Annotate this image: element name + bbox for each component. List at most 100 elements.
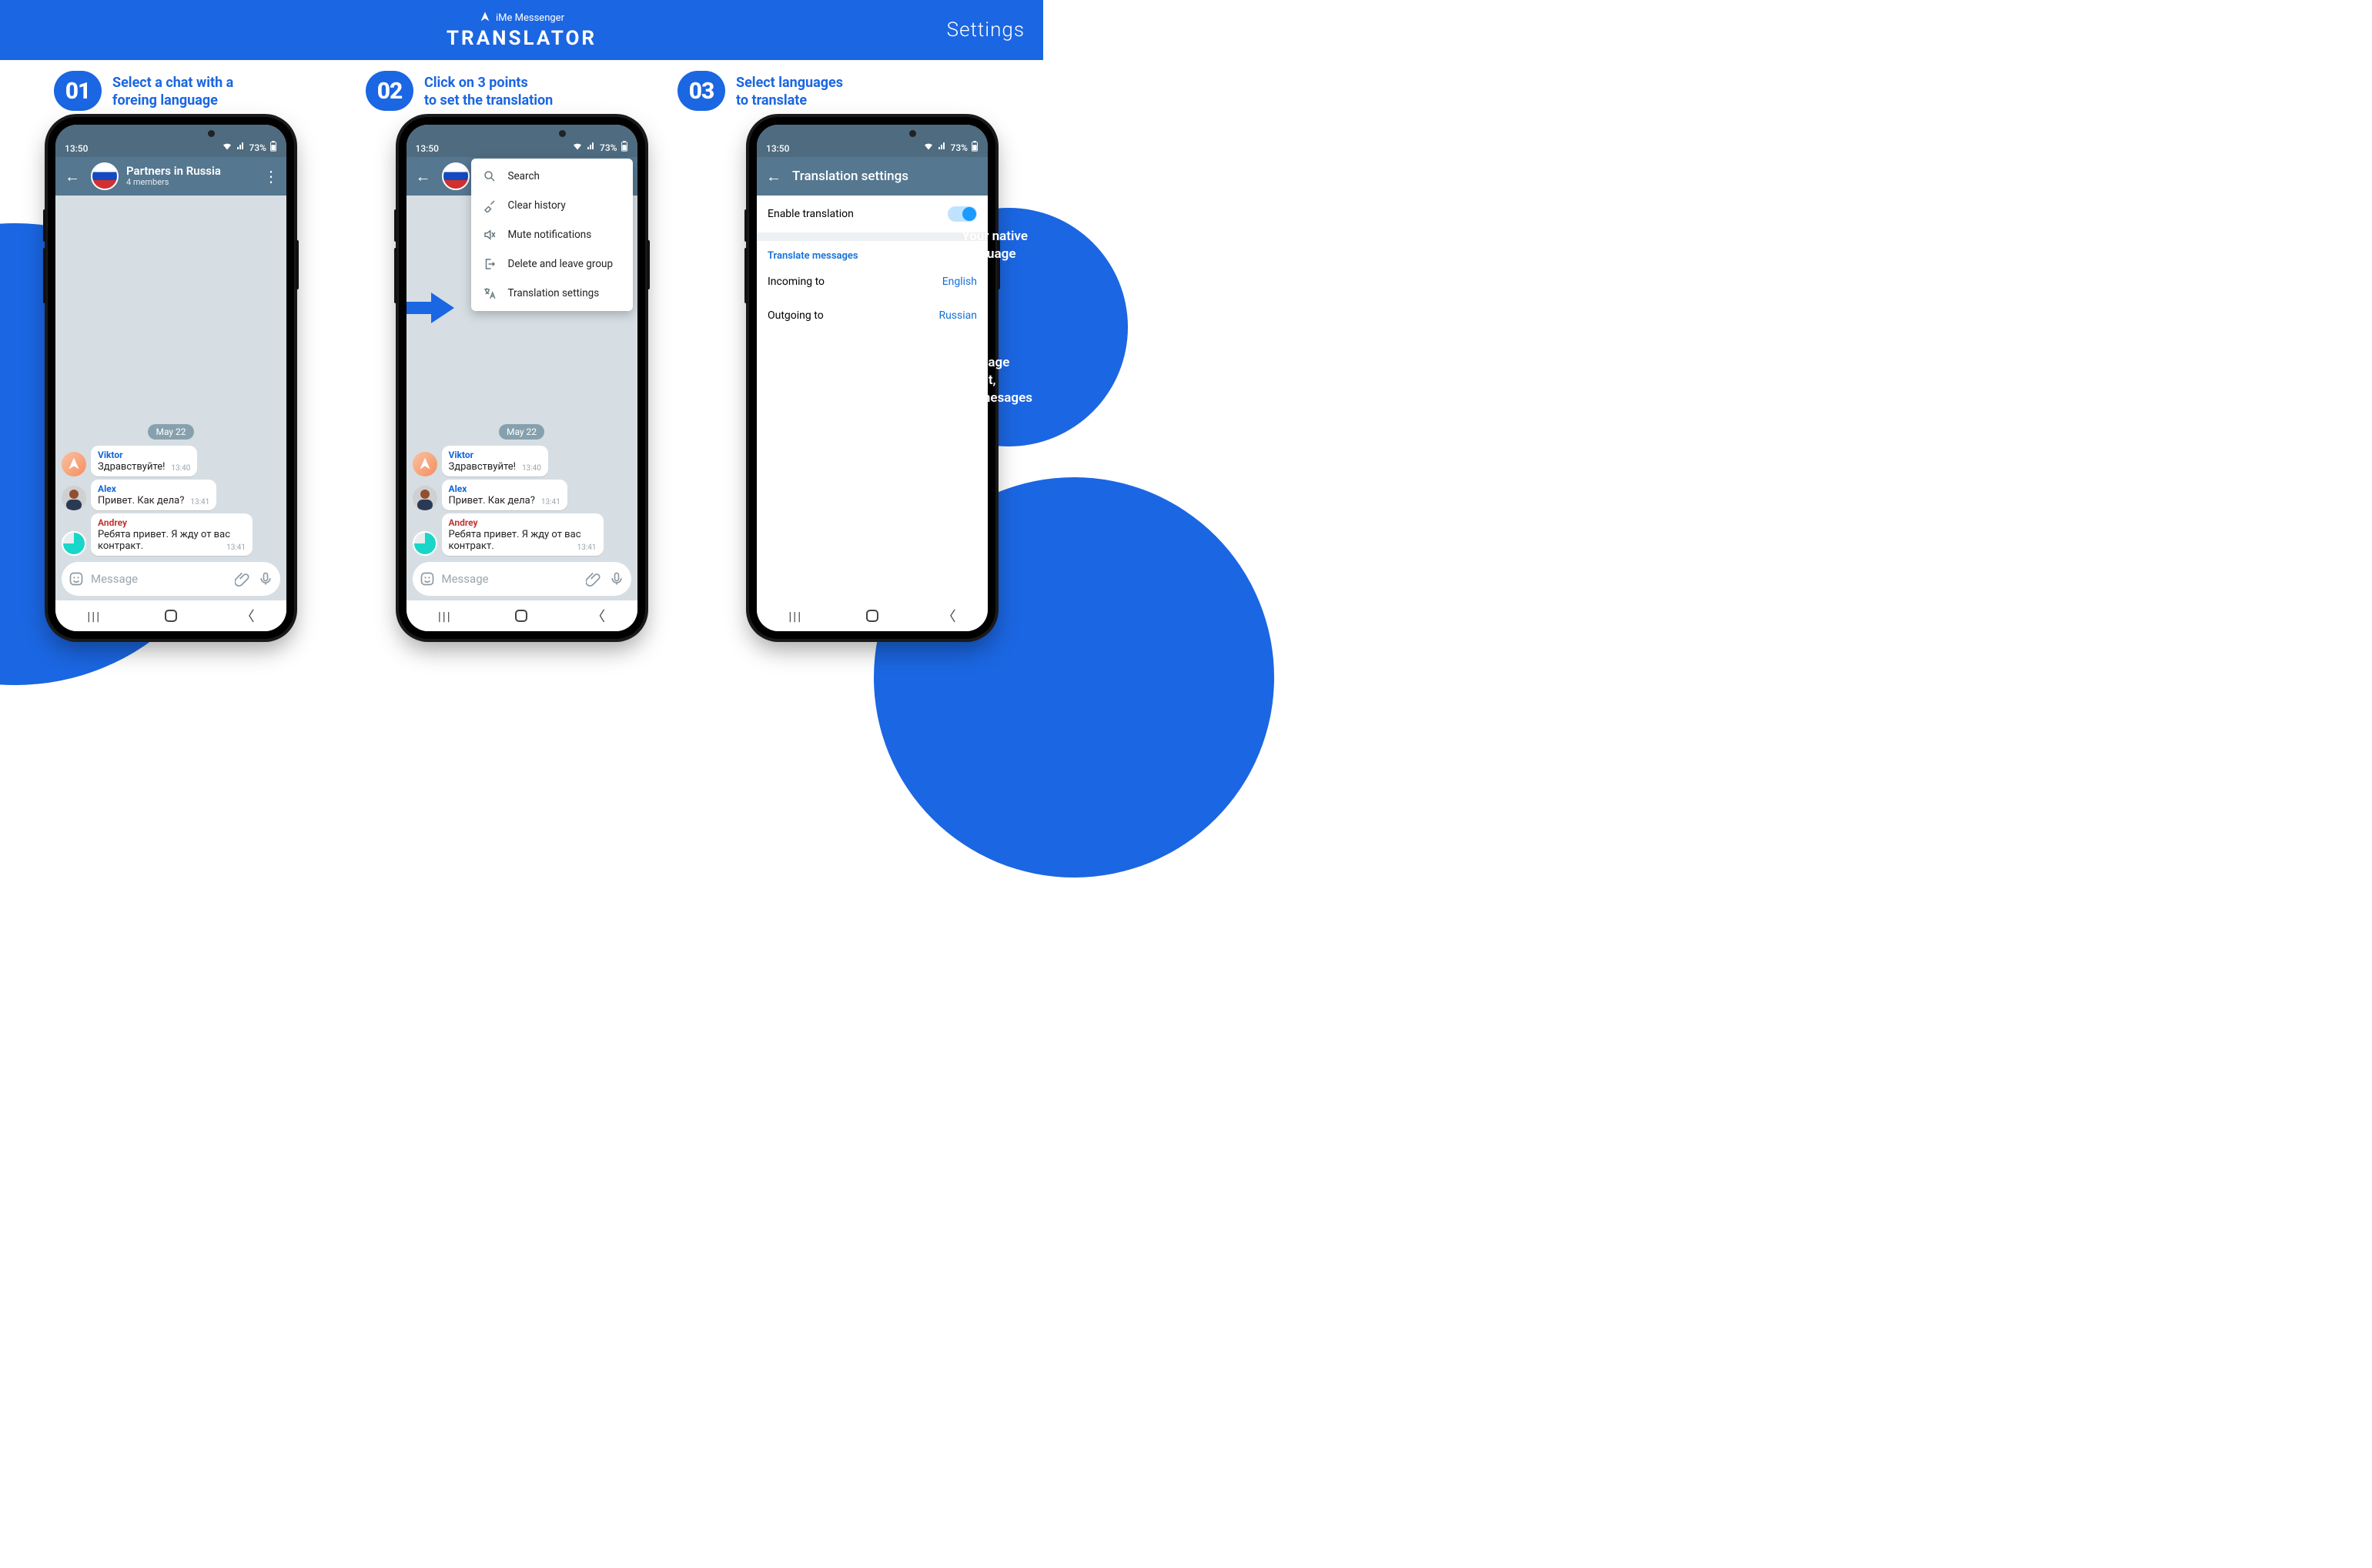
- back-button[interactable]: ←: [763, 167, 785, 186]
- back-button[interactable]: ←: [413, 167, 434, 186]
- nav-back[interactable]: 〈: [591, 606, 605, 626]
- setting-enable-translation[interactable]: Enable translation: [757, 196, 988, 233]
- nav-recents[interactable]: |||: [87, 609, 101, 624]
- message-time: 13:41: [577, 543, 597, 552]
- avatar-viktor[interactable]: [413, 452, 437, 476]
- message-bubble[interactable]: Viktor Здравствуйте! 13:40: [442, 446, 548, 476]
- date-pill: May 22: [148, 424, 193, 440]
- chat-avatar[interactable]: [91, 162, 119, 190]
- annot-line: Your native: [962, 228, 1028, 246]
- avatar-viktor[interactable]: [62, 452, 86, 476]
- overflow-menu-button[interactable]: ⋮: [262, 167, 280, 186]
- annot-line: The language: [930, 354, 1032, 372]
- sender-name: Alex: [449, 483, 560, 494]
- banner-title: TRANSLATOR: [447, 28, 597, 50]
- menu-item-search[interactable]: Search: [471, 162, 633, 191]
- chat-header-title-area[interactable]: Partners in Russia 4 members: [126, 165, 254, 188]
- annot-line: of the chat,: [930, 372, 1032, 389]
- back-button[interactable]: ←: [62, 167, 83, 186]
- message-bubble[interactable]: Alex Привет. Как дела? 13:41: [442, 480, 567, 510]
- step-3-badge: 03: [677, 71, 725, 111]
- chat-title: Partners in Russia: [126, 165, 254, 178]
- step-3-text-line2: to translate: [736, 92, 843, 109]
- status-time: 13:50: [65, 143, 88, 154]
- message-time: 13:41: [226, 543, 246, 552]
- message-text: Здравствуйте!: [449, 461, 516, 473]
- android-navbar: ||| 〈: [757, 600, 988, 631]
- phone-1: 13:50 73% ← Partners in Russia 4 members…: [48, 117, 294, 639]
- battery-text: 73%: [600, 142, 617, 153]
- chat-subtitle: 4 members: [126, 178, 254, 188]
- message-input-bar[interactable]: Message: [413, 562, 631, 596]
- avatar-alex[interactable]: [413, 486, 437, 510]
- connector-lines-icon: [889, 254, 1043, 354]
- menu-item-clear-history[interactable]: Clear history: [471, 191, 633, 220]
- sticker-icon[interactable]: [419, 570, 436, 587]
- nav-recents[interactable]: |||: [788, 609, 802, 624]
- toggle-on[interactable]: [948, 206, 977, 222]
- avatar-alex[interactable]: [62, 486, 86, 510]
- signal-icon: [937, 142, 948, 153]
- mute-icon: [482, 228, 497, 242]
- message-input-bar[interactable]: Message: [62, 562, 280, 596]
- banner: iMe Messenger TRANSLATOR Settings: [0, 0, 1043, 60]
- android-navbar: ||| 〈: [406, 600, 637, 631]
- step-2: 02 Click on 3 points to set the translat…: [366, 71, 677, 111]
- sticker-icon[interactable]: [68, 570, 85, 587]
- overflow-menu: Search Clear history Mute notifications …: [471, 159, 633, 311]
- nav-home[interactable]: [515, 610, 527, 622]
- page-title: Translation settings: [792, 169, 908, 184]
- menu-item-mute[interactable]: Mute notifications: [471, 220, 633, 249]
- android-navbar: ||| 〈: [55, 600, 286, 631]
- avatar-andrey[interactable]: [413, 531, 437, 556]
- battery-text: 73%: [951, 142, 968, 153]
- menu-item-leave-group[interactable]: Delete and leave group: [471, 249, 633, 279]
- message-placeholder: Message: [91, 572, 228, 586]
- setting-label: Enable translation: [768, 208, 854, 220]
- step-3-text-line1: Select languages: [736, 74, 843, 92]
- sender-name: Andrey: [449, 517, 597, 528]
- message-text: Ребята привет. Я жду от вас контракт.: [98, 529, 230, 552]
- nav-recents[interactable]: |||: [438, 609, 452, 624]
- search-icon: [482, 169, 497, 183]
- mic-icon[interactable]: [257, 570, 274, 587]
- menu-item-label: Delete and leave group: [508, 258, 614, 270]
- sender-name: Viktor: [449, 450, 541, 460]
- signal-icon: [586, 142, 597, 153]
- step-1-badge: 01: [54, 71, 102, 111]
- attach-icon[interactable]: [234, 570, 251, 587]
- attach-icon[interactable]: [585, 570, 602, 587]
- nav-home[interactable]: [866, 610, 878, 622]
- mic-icon[interactable]: [608, 570, 625, 587]
- message-time: 13:41: [541, 498, 560, 507]
- step-2-text-line1: Click on 3 points: [424, 74, 553, 92]
- nav-home[interactable]: [165, 610, 177, 622]
- setting-label: Outgoing to: [768, 309, 824, 322]
- step-2-text-line2: to set the translation: [424, 92, 553, 109]
- message-row: Viktor Здравствуйте! 13:40: [55, 444, 286, 478]
- message-time: 13:41: [190, 498, 209, 507]
- signal-icon: [236, 142, 246, 153]
- exit-icon: [482, 257, 497, 271]
- steps-row: 01 Select a chat with a foreing language…: [0, 60, 1043, 111]
- nav-back[interactable]: 〈: [942, 606, 956, 626]
- section-divider: [757, 233, 988, 241]
- message-bubble[interactable]: Andrey Ребята привет. Я жду от вас контр…: [91, 513, 253, 556]
- message-bubble[interactable]: Alex Привет. Как дела? 13:41: [91, 480, 216, 510]
- sender-name: Alex: [98, 483, 209, 494]
- nav-back[interactable]: 〈: [241, 606, 255, 626]
- message-bubble[interactable]: Andrey Ребята привет. Я жду от вас контр…: [442, 513, 604, 556]
- avatar-andrey[interactable]: [62, 531, 86, 556]
- brand-name: iMe Messenger: [496, 13, 564, 24]
- message-bubble[interactable]: Viktor Здравствуйте! 13:40: [91, 446, 197, 476]
- chat-body[interactable]: May 22 Viktor Здравствуйте! 13:40 Alex: [55, 196, 286, 600]
- chat-avatar[interactable]: [442, 162, 470, 190]
- sender-name: Viktor: [98, 450, 190, 460]
- arrow-callout-icon: [406, 291, 456, 325]
- battery-icon: [621, 141, 628, 154]
- menu-item-translation-settings[interactable]: Translation settings: [471, 279, 633, 308]
- battery-text: 73%: [249, 142, 266, 153]
- broom-icon: [482, 199, 497, 212]
- setting-label: Incoming to: [768, 276, 825, 288]
- banner-settings-label: Settings: [947, 18, 1025, 42]
